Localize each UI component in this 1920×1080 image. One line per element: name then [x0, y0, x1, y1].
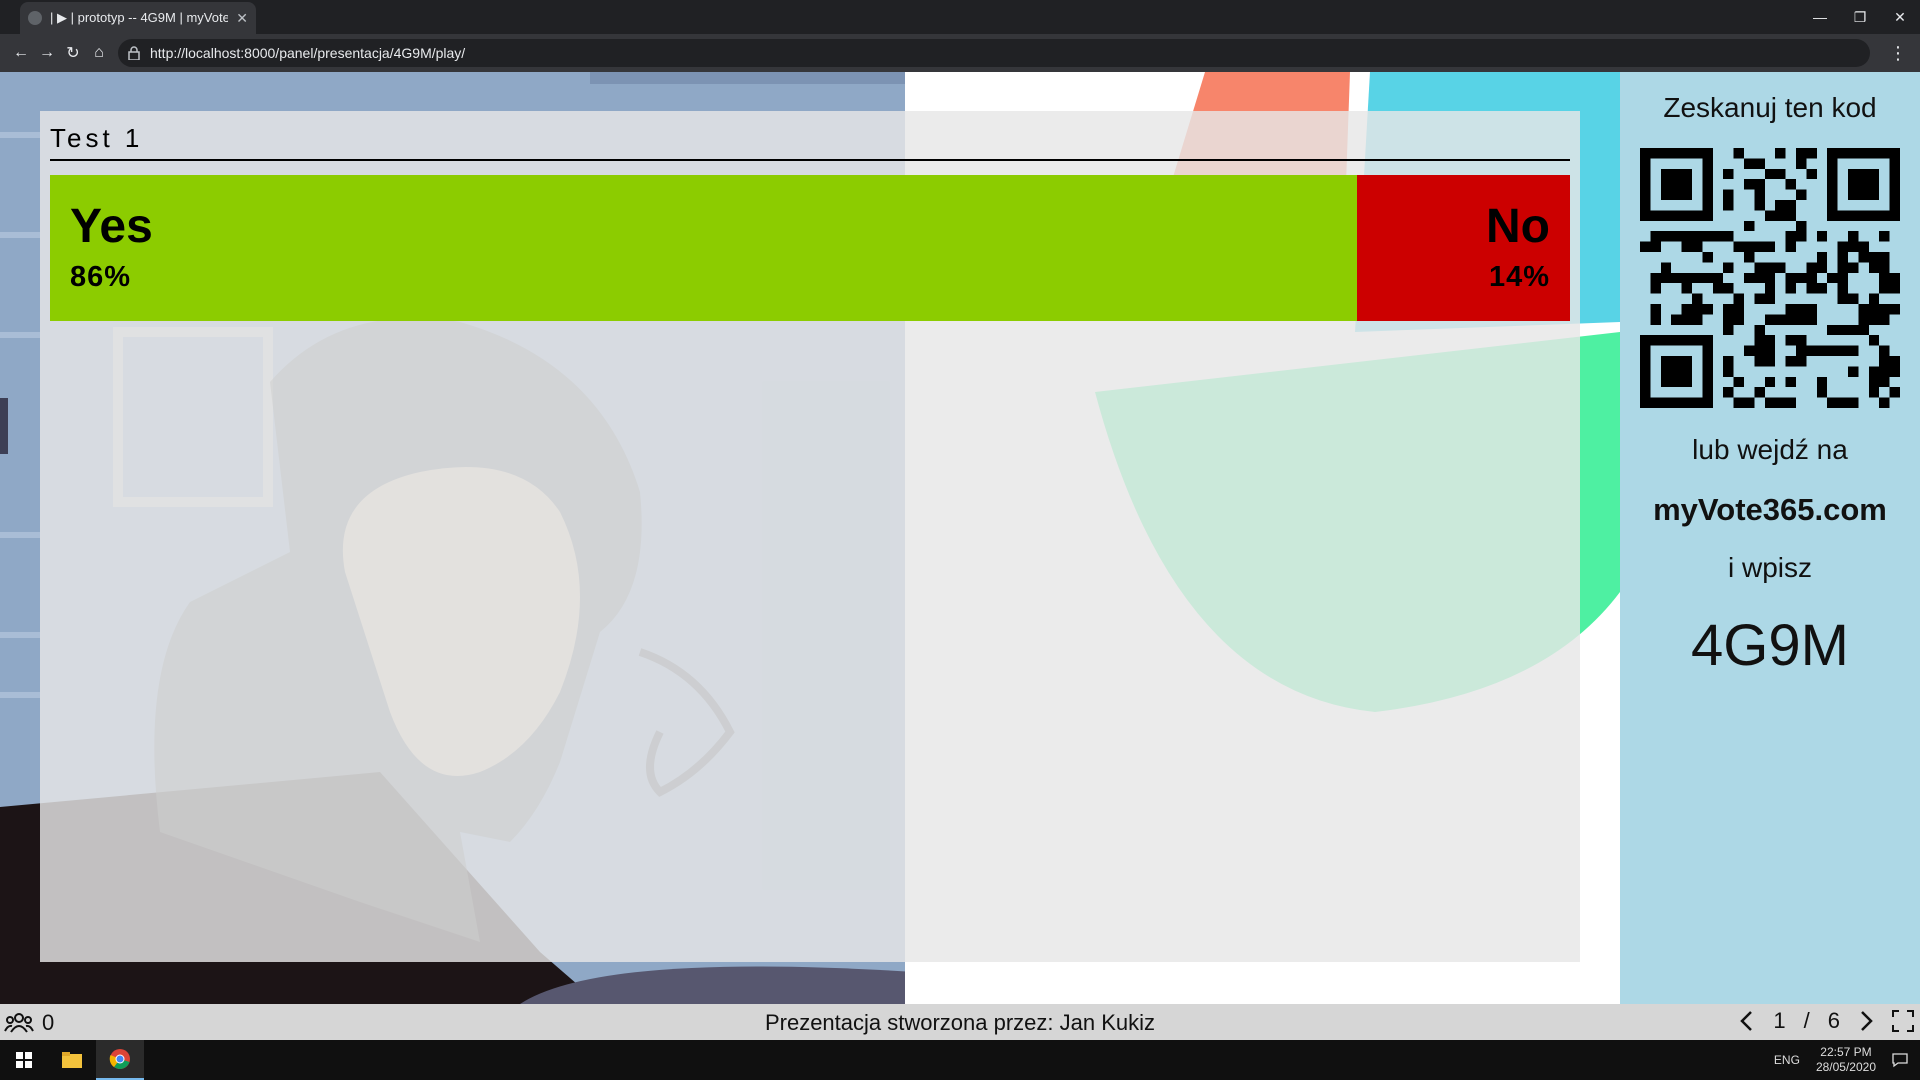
browser-tab[interactable]: | ▶ | prototyp -- 4G9M | myVote365 ✕: [20, 2, 256, 34]
option-label-yes: Yes: [70, 200, 153, 253]
question-title: Test 1: [50, 123, 144, 153]
prev-slide-icon[interactable]: [1739, 1010, 1755, 1032]
browser-toolbar: ← → ↻ ⌂ http://localhost:8000/panel/pres…: [0, 34, 1920, 72]
maximize-icon[interactable]: ❐: [1840, 0, 1880, 34]
window-controls: — ❐ ✕: [1800, 0, 1920, 34]
lock-icon: [128, 46, 140, 60]
minimize-icon[interactable]: —: [1800, 0, 1840, 34]
presentation-code: 4G9M: [1691, 613, 1849, 678]
forward-icon[interactable]: →: [34, 40, 60, 66]
os-taskbar: ENG 22:57 PM 28/05/2020: [0, 1040, 1920, 1080]
results-bar: Yes 86% No 14%: [50, 175, 1570, 321]
scan-instruction: Zeskanuj ten kod: [1663, 92, 1877, 123]
presentation-credit: Prezentacja stworzona przez: Jan Kukiz: [764, 1010, 1156, 1035]
presentation-statusbar: 0 Prezentacja stworzona przez: Jan Kukiz…: [0, 1004, 1920, 1040]
windows-start-icon[interactable]: [0, 1040, 48, 1080]
clock-date: 28/05/2020: [1815, 1060, 1876, 1074]
result-segment-yes: Yes 86%: [50, 175, 1358, 321]
system-tray: ENG 22:57 PM 28/05/2020: [1774, 1040, 1920, 1080]
slide-separator: /: [1803, 1008, 1810, 1033]
browser-tabbar: | ▶ | prototyp -- 4G9M | myVote365 ✕ — ❐…: [0, 0, 1920, 34]
current-slide: 1: [1773, 1008, 1786, 1033]
or-instruction: lub wejdź na: [1692, 434, 1848, 465]
clock[interactable]: 22:57 PM 28/05/2020: [1816, 1045, 1876, 1075]
notifications-icon[interactable]: [1892, 1052, 1908, 1068]
option-label-no: No: [1486, 200, 1550, 253]
address-url: http://localhost:8000/panel/presentacja/…: [150, 45, 466, 61]
globe-icon: [28, 11, 42, 25]
results-panel: Test 1 Yes 86% No 14%: [40, 111, 1580, 962]
option-percent-yes: 86%: [70, 261, 132, 293]
menu-dots-icon[interactable]: ⋮: [1888, 40, 1908, 66]
back-icon[interactable]: ←: [8, 40, 34, 66]
option-percent-no: 14%: [1488, 261, 1550, 293]
slide-pager: 1 / 6: [1739, 1008, 1914, 1034]
address-bar[interactable]: http://localhost:8000/panel/presentacja/…: [118, 39, 1870, 67]
clock-time: 22:57 PM: [1820, 1045, 1872, 1059]
result-segment-no: No 14%: [1357, 175, 1570, 321]
qr-code[interactable]: [1640, 148, 1900, 408]
presentation-stage: Test 1 Yes 86% No 14%: [0, 72, 1620, 1004]
tab-title: | ▶ | prototyp -- 4G9M | myVote365: [50, 10, 229, 25]
fullscreen-icon[interactable]: [1892, 1010, 1914, 1032]
home-icon[interactable]: ⌂: [86, 40, 112, 66]
close-window-icon[interactable]: ✕: [1880, 0, 1920, 34]
total-slides: 6: [1827, 1008, 1840, 1033]
file-explorer-icon[interactable]: [48, 1040, 96, 1080]
chrome-icon[interactable]: [96, 1040, 144, 1080]
reload-icon[interactable]: ↻: [60, 40, 86, 66]
close-icon[interactable]: ✕: [236, 10, 248, 27]
title-divider: [50, 159, 1570, 161]
next-slide-icon[interactable]: [1858, 1010, 1874, 1032]
enter-instruction: i wpisz: [1727, 552, 1812, 583]
site-link[interactable]: myVote365.com: [1620, 492, 1920, 528]
join-panel: Zeskanuj ten kod lub wejdź na myVote365.…: [1620, 72, 1920, 1004]
language-indicator[interactable]: ENG: [1774, 1053, 1800, 1067]
